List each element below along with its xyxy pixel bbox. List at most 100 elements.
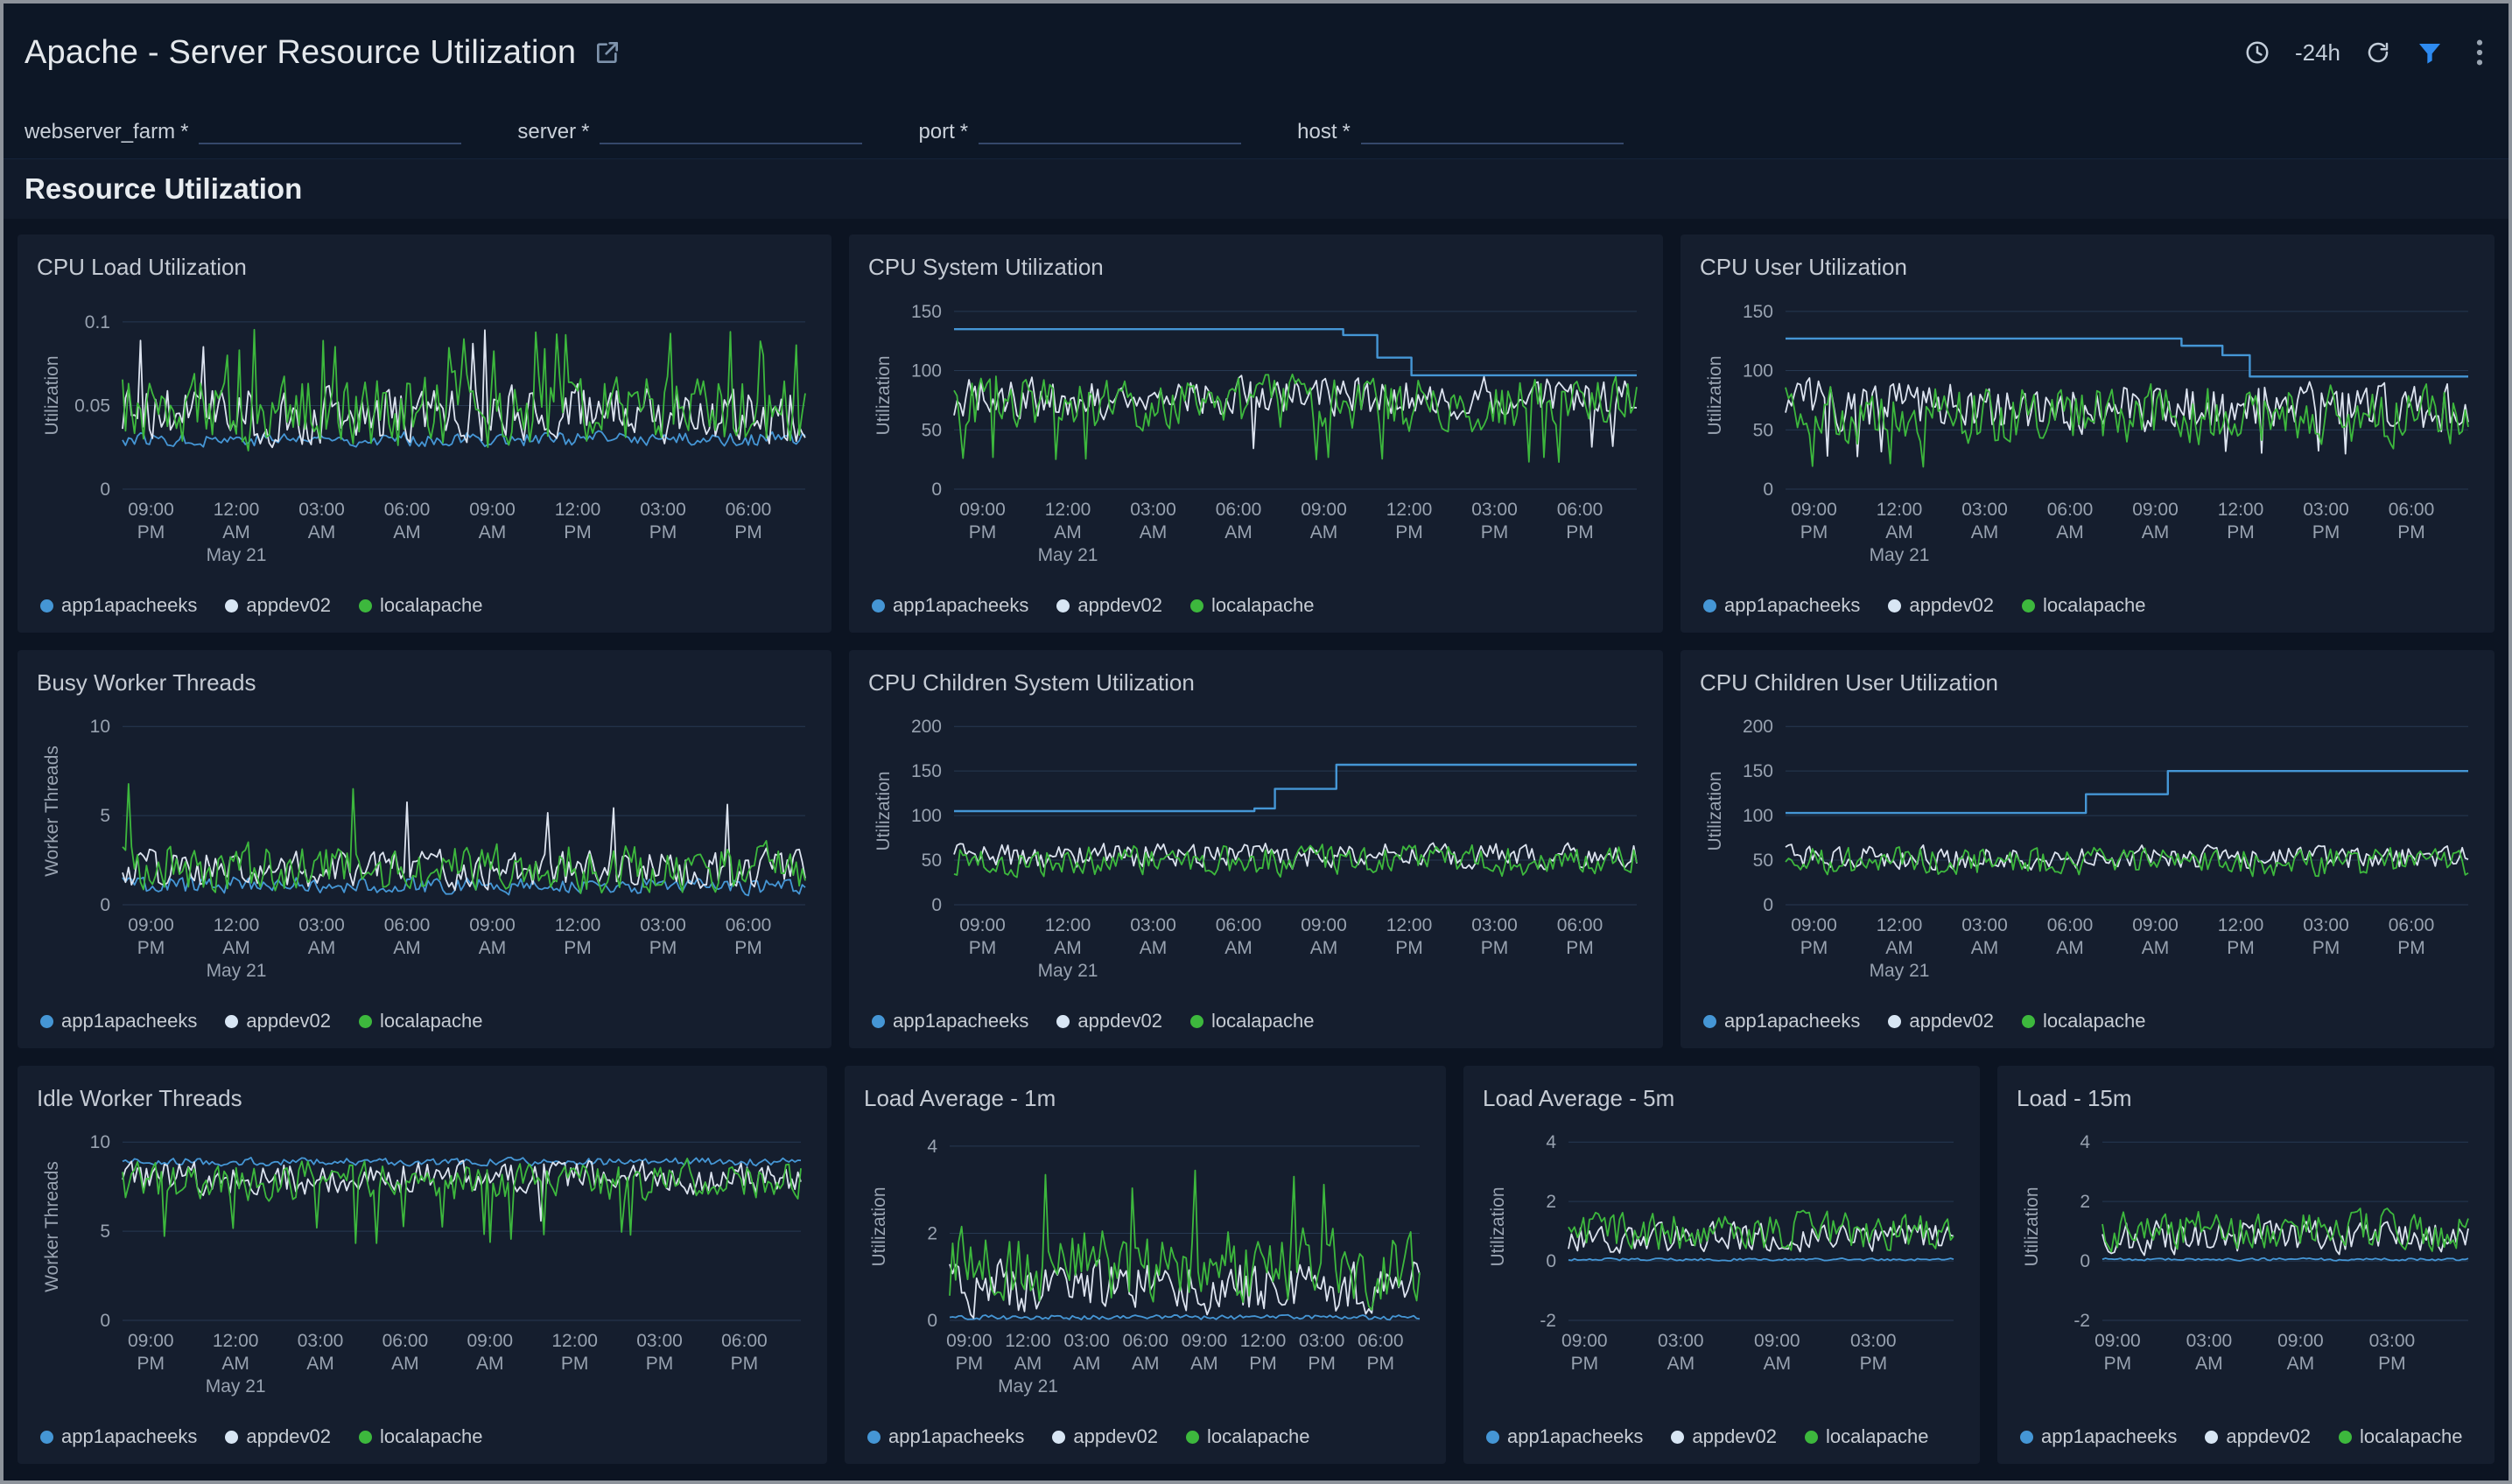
legend-item-appdev02[interactable]: appdev02 xyxy=(225,594,331,617)
x-tick-meridiem: AM xyxy=(2056,938,2084,958)
legend-dot xyxy=(1703,1015,1716,1028)
filter-funnel-icon[interactable] xyxy=(2416,38,2444,66)
x-tick-time: 09:00 xyxy=(2277,1331,2324,1351)
clock-icon[interactable] xyxy=(2244,39,2270,66)
filter-input-webserver-farm[interactable] xyxy=(199,115,461,144)
x-tick-time: 09:00 xyxy=(2132,500,2179,520)
chart-title: CPU Children System Utilization xyxy=(868,669,1645,696)
y-axis-label: Utilization xyxy=(1705,771,1725,850)
legend-item-localapache[interactable]: localapache xyxy=(2339,1425,2462,1448)
x-tick-meridiem: PM xyxy=(1395,522,1423,542)
legend-dot xyxy=(1703,599,1716,612)
chart-plot[interactable]: 0510Worker Threads09:00PM12:00AMMay 2103… xyxy=(35,1119,810,1422)
chart-plot[interactable]: -2024Utilization09:00PM03:00AM09:00AM03:… xyxy=(1481,1119,1962,1422)
legend-item-app1apacheeks[interactable]: app1apacheeks xyxy=(40,594,197,617)
filter-input-server[interactable] xyxy=(600,115,862,144)
x-tick-meridiem: PM xyxy=(2312,938,2340,958)
legend-item-app1apacheeks[interactable]: app1apacheeks xyxy=(40,1010,197,1032)
x-tick-meridiem: PM xyxy=(1571,1354,1599,1374)
legend-item-appdev02[interactable]: appdev02 xyxy=(1056,1010,1162,1032)
refresh-icon[interactable] xyxy=(2365,39,2391,66)
x-tick-meridiem: PM xyxy=(649,522,677,542)
x-tick-time: 06:00 xyxy=(726,915,772,935)
x-tick-meridiem: PM xyxy=(561,1354,589,1374)
legend-item-localapache[interactable]: localapache xyxy=(359,1010,482,1032)
x-tick-meridiem: AM xyxy=(2195,1354,2223,1374)
legend-item-app1apacheeks[interactable]: app1apacheeks xyxy=(867,1425,1024,1448)
chart-plot[interactable]: -2024Utilization09:00PM03:00AM09:00AM03:… xyxy=(2015,1119,2477,1422)
legend-item-app1apacheeks[interactable]: app1apacheeks xyxy=(1486,1425,1643,1448)
x-tick-time: 06:00 xyxy=(2389,500,2435,520)
legend-label: app1apacheeks xyxy=(1724,594,1860,617)
chart-plot[interactable]: 00.050.1Utilization09:00PM12:00AMMay 210… xyxy=(35,288,814,591)
chart-plot[interactable]: 0510Worker Threads09:00PM12:00AMMay 2103… xyxy=(35,704,814,1006)
y-tick-label: 50 xyxy=(1753,420,1773,440)
x-tick-time: 12:00 xyxy=(1240,1331,1287,1351)
legend-item-localapache[interactable]: localapache xyxy=(1190,1010,1314,1032)
legend-item-appdev02[interactable]: appdev02 xyxy=(1056,594,1162,617)
x-tick-time: 09:00 xyxy=(2132,915,2179,935)
legend-item-app1apacheeks[interactable]: app1apacheeks xyxy=(872,594,1028,617)
kebab-menu-icon[interactable] xyxy=(2473,38,2486,67)
x-tick-time: 09:00 xyxy=(469,915,516,935)
legend-item-localapache[interactable]: localapache xyxy=(2022,1010,2145,1032)
x-tick-meridiem: PM xyxy=(1566,522,1594,542)
legend-item-localapache[interactable]: localapache xyxy=(1805,1425,1928,1448)
legend-label: localapache xyxy=(1826,1425,1928,1448)
legend-dot xyxy=(359,1015,372,1028)
legend-item-appdev02[interactable]: appdev02 xyxy=(1888,1010,1994,1032)
legend-item-app1apacheeks[interactable]: app1apacheeks xyxy=(1703,1010,1860,1032)
x-tick-meridiem: AM xyxy=(308,522,336,542)
series-line-app1apacheeks xyxy=(1568,1258,1954,1261)
y-tick-label: 0 xyxy=(100,480,110,500)
x-tick-date: May 21 xyxy=(207,545,267,565)
x-tick-meridiem: PM xyxy=(1800,938,1828,958)
chart-plot[interactable]: 050100150200Utilization09:00PM12:00AMMay… xyxy=(867,704,1645,1006)
legend-dot xyxy=(872,599,885,612)
legend-dot xyxy=(359,599,372,612)
series-line-localapache xyxy=(123,330,805,451)
legend-item-appdev02[interactable]: appdev02 xyxy=(1671,1425,1777,1448)
legend-item-app1apacheeks[interactable]: app1apacheeks xyxy=(1703,594,1860,617)
legend-item-localapache[interactable]: localapache xyxy=(359,594,482,617)
chart-svg: 0510Worker Threads09:00PM12:00AMMay 2103… xyxy=(35,704,814,992)
legend-item-localapache[interactable]: localapache xyxy=(359,1425,482,1448)
chart-panel: Load Average - 1m 024Utilization09:00PM1… xyxy=(845,1066,1446,1464)
legend-dot xyxy=(1486,1431,1499,1444)
chart-legend: app1apacheeks appdev02 localapache xyxy=(35,591,814,620)
legend-item-appdev02[interactable]: appdev02 xyxy=(1888,594,1994,617)
x-tick-time: 03:00 xyxy=(2303,500,2349,520)
legend-item-localapache[interactable]: localapache xyxy=(2022,594,2145,617)
filter-label: webserver_farm xyxy=(25,120,175,144)
y-tick-label: 0 xyxy=(100,895,110,915)
legend-item-app1apacheeks[interactable]: app1apacheeks xyxy=(2020,1425,2177,1448)
legend-item-appdev02[interactable]: appdev02 xyxy=(2205,1425,2311,1448)
legend-item-app1apacheeks[interactable]: app1apacheeks xyxy=(40,1425,197,1448)
y-tick-label: 0 xyxy=(931,480,942,500)
x-tick-time: 12:00 xyxy=(2218,915,2264,935)
x-tick-date: May 21 xyxy=(1870,545,1930,565)
legend-item-appdev02[interactable]: appdev02 xyxy=(1052,1425,1158,1448)
x-tick-time: 03:00 xyxy=(2303,915,2349,935)
x-tick-meridiem: AM xyxy=(1140,522,1168,542)
chart-plot[interactable]: 050100150Utilization09:00PM12:00AMMay 21… xyxy=(1698,288,2477,591)
legend-dot xyxy=(2205,1431,2218,1444)
filter-input-port[interactable] xyxy=(979,115,1241,144)
chart-plot[interactable]: 024Utilization09:00PM12:00AMMay 2103:00A… xyxy=(862,1119,1428,1422)
open-in-new-icon[interactable] xyxy=(593,38,621,66)
time-range-label[interactable]: -24h xyxy=(2295,39,2340,66)
chart-title: CPU Children User Utilization xyxy=(1700,669,2477,696)
legend-item-appdev02[interactable]: appdev02 xyxy=(225,1010,331,1032)
legend-label: localapache xyxy=(2360,1425,2462,1448)
x-tick-time: 12:00 xyxy=(555,915,601,935)
x-tick-meridiem: AM xyxy=(1310,938,1338,958)
legend-item-localapache[interactable]: localapache xyxy=(1186,1425,1309,1448)
legend-item-app1apacheeks[interactable]: app1apacheeks xyxy=(872,1010,1028,1032)
chart-plot[interactable]: 050100150Utilization09:00PM12:00AMMay 21… xyxy=(867,288,1645,591)
legend-item-localapache[interactable]: localapache xyxy=(1190,594,1314,617)
x-tick-time: 09:00 xyxy=(2095,1331,2141,1351)
legend-item-appdev02[interactable]: appdev02 xyxy=(225,1425,331,1448)
chart-plot[interactable]: 050100150200Utilization09:00PM12:00AMMay… xyxy=(1698,704,2477,1006)
filter-input-host[interactable] xyxy=(1361,115,1624,144)
x-tick-meridiem: AM xyxy=(1885,522,1913,542)
